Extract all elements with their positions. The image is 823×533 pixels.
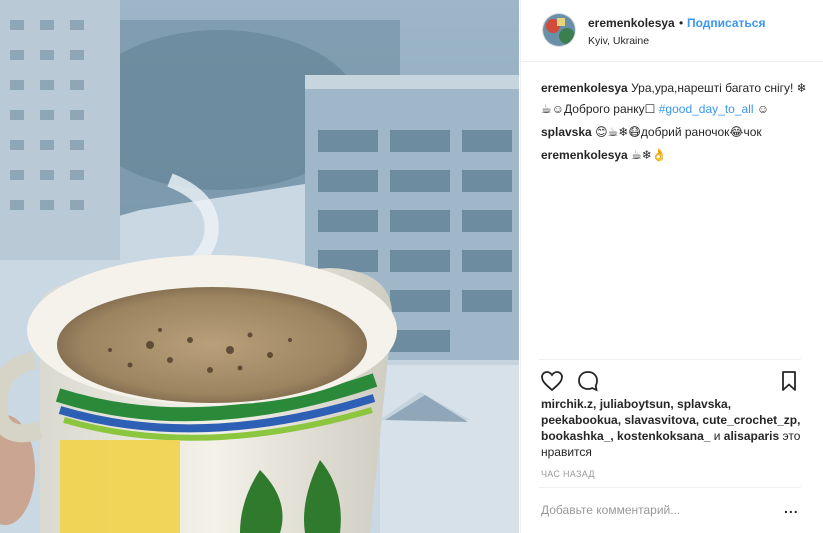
post-timestamp[interactable]: час назад [541, 469, 595, 479]
comments-list: eremenkolesya Ура,ура,нарешті багато сні… [541, 78, 811, 168]
likes-and-word: и [710, 429, 724, 443]
post-side-panel: eremenkolesya • Подписаться Kyiv, Ukrain… [520, 0, 823, 533]
comment-username[interactable]: eremenkolesya [541, 81, 628, 95]
follow-button[interactable]: Подписаться [687, 16, 765, 30]
comment-item: eremenkolesya ☕❄👌 [541, 145, 811, 166]
post-header: eremenkolesya • Подписаться Kyiv, Ukrain… [521, 0, 823, 62]
save-button[interactable] [777, 369, 801, 393]
comment-item: eremenkolesya Ура,ура,нарешті багато сні… [541, 78, 811, 120]
divider [539, 359, 801, 360]
likers-line-3[interactable]: bookashka_, kostenkoksana_ [541, 429, 710, 443]
likes-summary: mirchik.z, juliaboytsun, splavska, peeka… [541, 396, 803, 460]
comment-item: splavska 😊☕❄😷добрий раночок😂чок [541, 122, 811, 143]
likers-line-1[interactable]: mirchik.z, juliaboytsun, splavska, [541, 397, 731, 411]
avatar[interactable] [542, 13, 576, 47]
comment-suffix: ☺ [753, 102, 770, 116]
post-location[interactable]: Kyiv, Ukraine [588, 35, 649, 47]
comment-username[interactable]: eremenkolesya [541, 148, 628, 162]
add-comment-input[interactable] [541, 500, 781, 520]
comment-username[interactable]: splavska [541, 125, 592, 139]
heart-icon [541, 371, 563, 392]
comment-text: ☕❄👌 [631, 148, 667, 162]
bookmark-icon [782, 371, 796, 391]
comment-text: 😊☕❄😷добрий раночок😂чок [595, 125, 762, 139]
divider [539, 487, 801, 488]
comment-hashtag[interactable]: #good_day_to_all [659, 102, 754, 116]
likers-line-2[interactable]: peekabookua, slavasvitova, cute_crochet_… [541, 413, 800, 427]
likers-last[interactable]: alisaparis [724, 429, 779, 443]
post-author-username[interactable]: eremenkolesya [588, 16, 675, 30]
post-photo[interactable] [0, 0, 519, 533]
like-button[interactable] [540, 369, 564, 393]
comment-icon [578, 371, 598, 392]
header-separator: • [679, 16, 684, 30]
more-options-button[interactable]: ... [784, 500, 799, 516]
photo-coffee-snowy-city [0, 0, 519, 533]
comment-button[interactable] [576, 369, 600, 393]
